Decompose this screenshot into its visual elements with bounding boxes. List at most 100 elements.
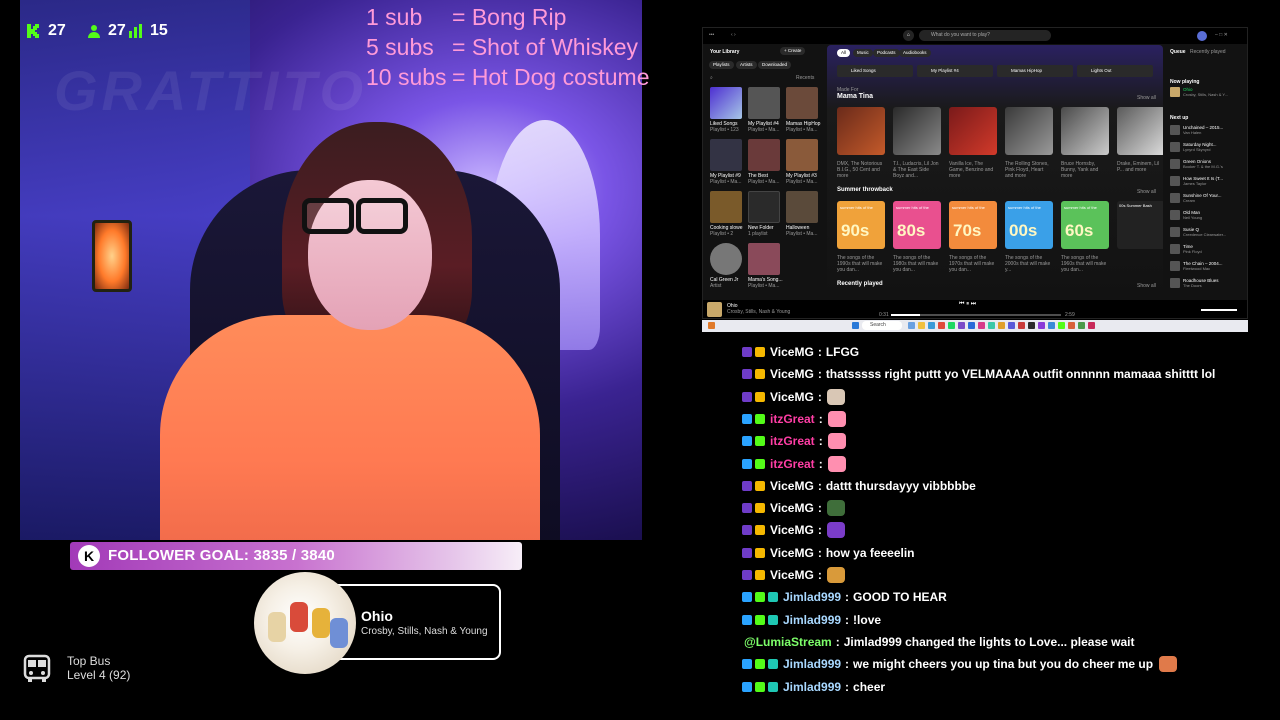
- library-art[interactable]: [786, 87, 818, 119]
- player-album-art[interactable]: [707, 302, 722, 317]
- sub-goals-overlay: 1 sub = Bong Rip 5 subs = Shot of Whiskey …: [366, 2, 650, 92]
- queue-item[interactable]: Time Pink Floyd: [1170, 244, 1246, 256]
- green-badge-icon: [755, 614, 765, 625]
- queue-item[interactable]: Roadhouse Blues The Doors: [1170, 278, 1246, 290]
- chat-username[interactable]: @LumiaStream: [744, 635, 832, 649]
- chat-username[interactable]: ViceMG: [770, 501, 814, 515]
- green-badge-icon: [755, 458, 765, 469]
- back-forward-icon[interactable]: ‹ ›: [731, 32, 736, 38]
- chat-separator: :: [817, 568, 822, 582]
- chat-message: ViceMG:: [742, 497, 845, 519]
- queue-item[interactable]: Saturday Night... Lynyrd Skynyrd: [1170, 142, 1246, 154]
- show-all-link[interactable]: Show all: [1137, 189, 1156, 195]
- queue-item[interactable]: Old Man Neil Young: [1170, 210, 1246, 222]
- library-art[interactable]: [786, 139, 818, 171]
- chat-username[interactable]: ViceMG: [770, 345, 814, 359]
- chat-text: cheer: [853, 679, 886, 694]
- tab-recently-played[interactable]: Recently played: [1190, 49, 1226, 55]
- menu-dots-icon[interactable]: •••: [709, 32, 714, 38]
- daily-mix-card[interactable]: [1061, 107, 1109, 155]
- player-artist[interactable]: Crosby, Stills, Nash & Young: [727, 309, 790, 315]
- daily-mix-card[interactable]: [893, 107, 941, 155]
- purple-badge-icon: [742, 347, 752, 357]
- queue-item[interactable]: Susie Q Creedence Clearwater...: [1170, 227, 1246, 239]
- chip-audiobooks[interactable]: Audiobooks: [899, 49, 931, 57]
- library-art[interactable]: [748, 243, 780, 275]
- queue-item[interactable]: Unchained – 2015... Van Halen: [1170, 125, 1246, 137]
- queue-next-label: Next up: [1170, 115, 1189, 121]
- library-art[interactable]: [710, 139, 742, 171]
- blue-badge-icon: [742, 413, 752, 424]
- chat-username[interactable]: ViceMG: [770, 367, 814, 381]
- spotify-topbar: ••• ‹ › ⌂ What do you want to play? – □ …: [703, 28, 1247, 44]
- chat-username[interactable]: itzGreat: [770, 457, 815, 471]
- weather-icon[interactable]: [708, 322, 715, 329]
- create-button[interactable]: + Create: [780, 47, 806, 55]
- queue-item[interactable]: The Chain – 2004... Fleetwood Mac: [1170, 261, 1246, 273]
- chat-username[interactable]: Jimlad999: [783, 613, 841, 627]
- purple-badge-icon: [742, 369, 752, 380]
- home-icon[interactable]: ⌂: [903, 30, 914, 41]
- chat-username[interactable]: ViceMG: [770, 479, 814, 493]
- window-controls-icon[interactable]: – □ ✕: [1215, 32, 1228, 38]
- quick-item[interactable]: Mamas HipHop: [997, 65, 1073, 77]
- library-art[interactable]: [710, 87, 742, 119]
- search-icon[interactable]: ⌕: [710, 75, 713, 81]
- queue-item[interactable]: Sunshine Of Your... Cream: [1170, 193, 1246, 205]
- library-art[interactable]: [710, 243, 742, 275]
- chat-username[interactable]: ViceMG: [770, 546, 814, 560]
- chat-username[interactable]: Jimlad999: [783, 590, 841, 604]
- chat-emote-icon: [827, 455, 846, 472]
- queue-item[interactable]: Green Onions Booker T. & the M.G.'s: [1170, 159, 1246, 171]
- spotify-search-input[interactable]: What do you want to play?: [919, 30, 1051, 41]
- top-bus-level: Level 4 (92): [67, 668, 131, 682]
- progress-track[interactable]: [891, 314, 1061, 316]
- chip-podcasts[interactable]: Podcasts: [873, 49, 900, 57]
- chat-text: GOOD TO HEAR: [853, 590, 947, 605]
- follower-stat: 27: [86, 22, 126, 40]
- daily-mix-card[interactable]: [1117, 107, 1163, 155]
- library-art[interactable]: [748, 87, 780, 119]
- tab-queue[interactable]: Queue: [1170, 49, 1186, 55]
- library-art[interactable]: [748, 139, 780, 171]
- section-title: Recently played: [837, 281, 883, 287]
- quick-item[interactable]: Lights Out: [1077, 65, 1153, 77]
- chat-username[interactable]: Jimlad999: [783, 657, 841, 671]
- chat-username[interactable]: ViceMG: [770, 390, 814, 404]
- filter-playlists[interactable]: Playlists: [709, 61, 734, 69]
- library-art[interactable]: [710, 191, 742, 223]
- chat-text: LFGG: [825, 345, 860, 359]
- daily-mix-card[interactable]: [949, 107, 997, 155]
- throwback-card[interactable]: [1117, 201, 1163, 249]
- chat-username[interactable]: ViceMG: [770, 523, 814, 537]
- chat-message: itzGreat:: [742, 430, 846, 452]
- volume-slider[interactable]: [1201, 309, 1237, 311]
- chip-all[interactable]: All: [837, 49, 851, 57]
- quick-item[interactable]: Liked Songs: [837, 65, 913, 77]
- folder-icon[interactable]: [748, 191, 780, 223]
- spotify-window: ••• ‹ › ⌂ What do you want to play? – □ …: [702, 27, 1248, 319]
- chat-username[interactable]: itzGreat: [770, 412, 815, 426]
- quick-item[interactable]: My Playlist #4: [917, 65, 993, 77]
- sub-goal-row: 10 subs = Hot Dog costume: [366, 64, 650, 90]
- filter-artists[interactable]: Artists: [736, 61, 757, 69]
- queue-item[interactable]: How Sweet It Is (T... James Taylor: [1170, 176, 1246, 188]
- chat-username[interactable]: Jimlad999: [783, 680, 841, 694]
- queue-now-item[interactable]: Ohio Crosby, Stills, Nash & Y...: [1170, 87, 1246, 99]
- chat-username[interactable]: ViceMG: [770, 568, 814, 582]
- backdrop-graffiti: GRATTITO: [54, 59, 368, 122]
- library-art[interactable]: [786, 191, 818, 223]
- player-controls[interactable]: ⏮ ⏸ ⏭: [959, 301, 976, 308]
- daily-mix-card[interactable]: [1005, 107, 1053, 155]
- show-all-link[interactable]: Show all: [1137, 95, 1156, 101]
- avatar[interactable]: [1197, 31, 1207, 41]
- daily-mix-card[interactable]: [837, 107, 885, 155]
- show-all-link[interactable]: Show all: [1137, 283, 1156, 289]
- chat-username[interactable]: itzGreat: [770, 434, 815, 448]
- chip-music[interactable]: Music: [853, 49, 873, 57]
- chat-separator: :: [845, 657, 850, 672]
- filter-downloaded[interactable]: Downloaded: [758, 61, 792, 69]
- sort-recents[interactable]: Recents: [796, 75, 814, 81]
- chat-emote-icon: [826, 388, 845, 405]
- green-badge-icon: [755, 436, 765, 447]
